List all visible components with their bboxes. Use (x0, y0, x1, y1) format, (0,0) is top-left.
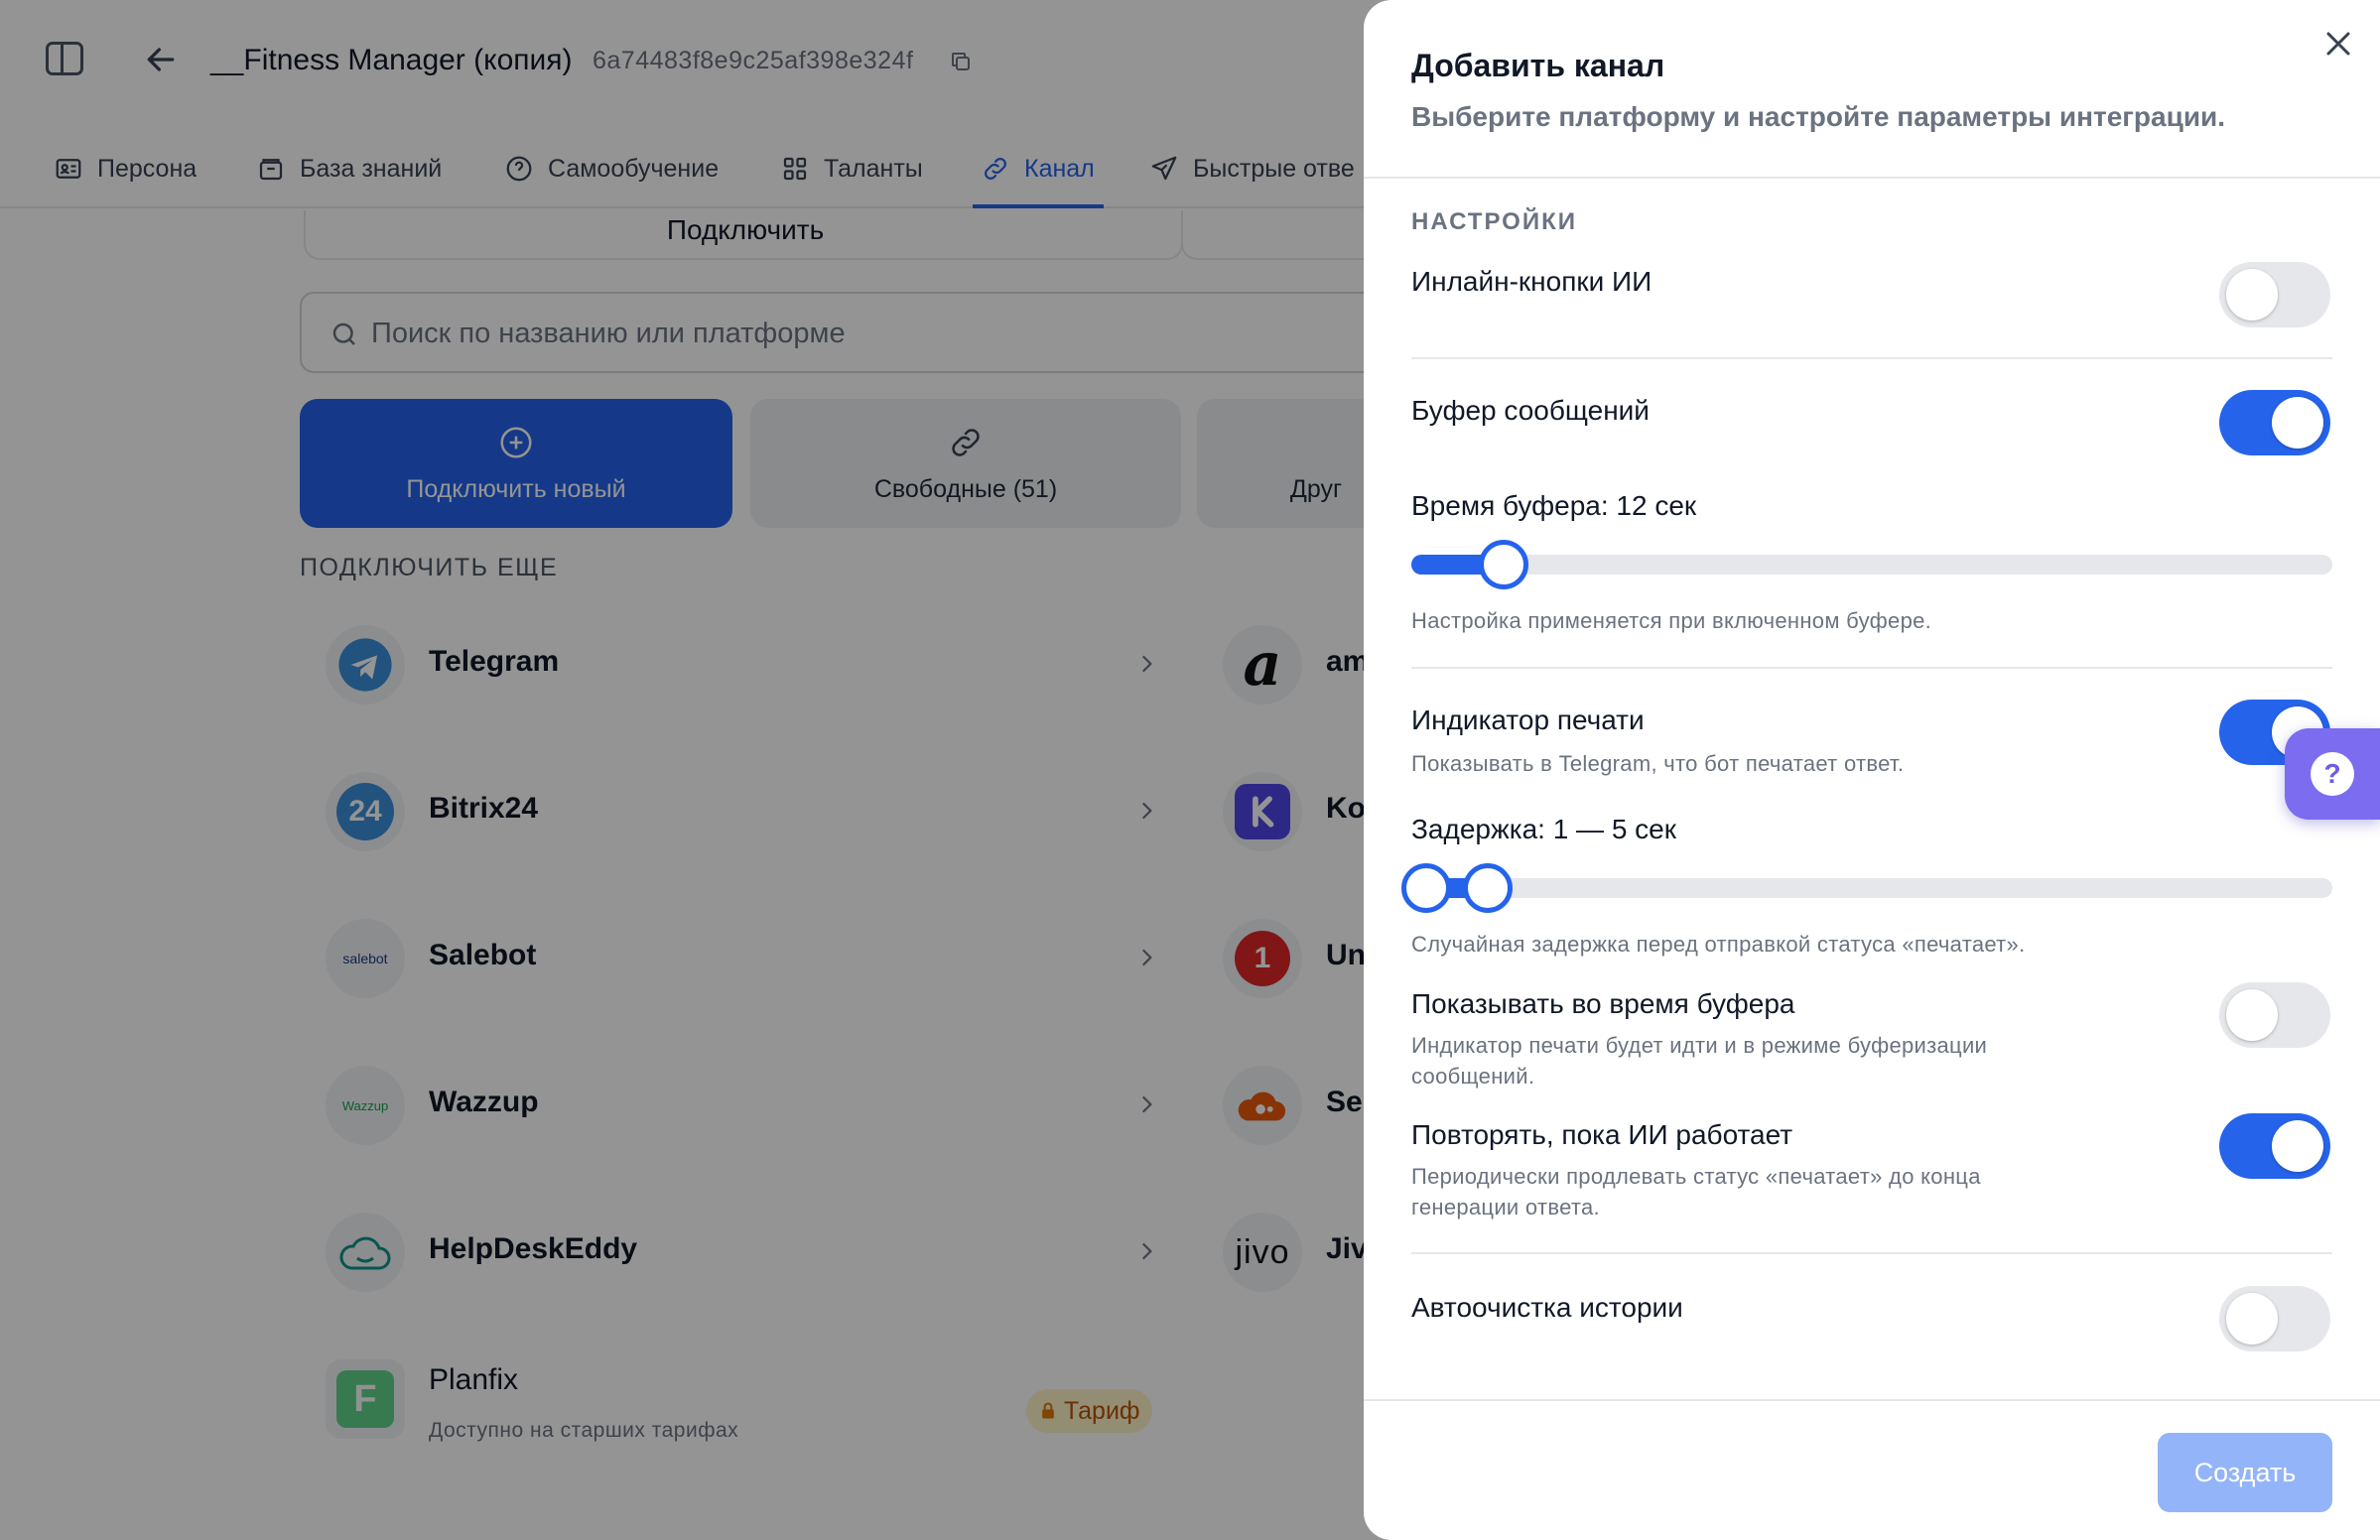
divider (1411, 1252, 2332, 1254)
delay-hint: Случайная задержка перед отправкой стату… (1411, 932, 2026, 957)
auto-cleanup-toggle[interactable] (2219, 1286, 2330, 1351)
repeat-while-ai-toggle[interactable] (2219, 1113, 2330, 1179)
buffer-time-label: Время буфера: 12 сек (1411, 490, 1697, 521)
toggle-knob (2272, 1120, 2323, 1172)
slider-thumb-min[interactable] (1401, 863, 1451, 913)
divider (1411, 667, 2332, 669)
create-button[interactable]: Создать (2158, 1433, 2332, 1512)
toggle-knob (2226, 269, 2278, 321)
divider (1411, 357, 2332, 359)
buffer-time-slider[interactable] (1411, 540, 2332, 589)
close-icon[interactable] (2318, 24, 2358, 64)
question-icon: ? (2311, 752, 2354, 796)
show-during-buffer-label: Показывать во время буфера (1411, 988, 1795, 1019)
toggle-knob (2226, 989, 2278, 1041)
message-buffer-toggle[interactable] (2219, 390, 2330, 455)
repeat-while-ai-label: Повторять, пока ИИ работает (1411, 1119, 1793, 1150)
inline-buttons-label: Инлайн-кнопки ИИ (1411, 266, 1653, 297)
toggle-knob (2226, 1293, 2278, 1345)
toggle-knob (2272, 397, 2323, 449)
delay-range-slider[interactable] (1401, 863, 2332, 913)
message-buffer-label: Буфер сообщений (1411, 395, 1650, 426)
delay-label: Задержка: 1 — 5 сек (1411, 814, 1676, 844)
repeat-while-ai-desc: Периодически продлевать статус «печатает… (1411, 1164, 1981, 1219)
slider-thumb[interactable] (1479, 540, 1528, 589)
settings-section-title: НАСТРОЙКИ (1411, 208, 1577, 235)
divider (1364, 1399, 2380, 1401)
typing-indicator-desc: Показывать в Telegram, что бот печатает … (1411, 751, 1905, 776)
typing-indicator-label: Индикатор печати (1411, 705, 1645, 735)
add-channel-drawer: Добавить канал Выберите платформу и наст… (1364, 0, 2380, 1540)
drawer-subtitle: Выберите платформу и настройте параметры… (1411, 101, 2226, 132)
help-button[interactable]: ? (2285, 728, 2380, 820)
show-during-buffer-desc: Индикатор печати будет идти и в режиме б… (1411, 1033, 1988, 1089)
show-during-buffer-toggle[interactable] (2219, 982, 2330, 1048)
slider-thumb-max[interactable] (1463, 863, 1513, 913)
divider (1364, 177, 2380, 179)
buffer-time-hint: Настройка применяется при включенном буф… (1411, 608, 1932, 633)
drawer-title: Добавить канал (1411, 48, 1665, 83)
inline-buttons-toggle[interactable] (2219, 262, 2330, 327)
auto-cleanup-label: Автоочистка истории (1411, 1292, 1683, 1323)
